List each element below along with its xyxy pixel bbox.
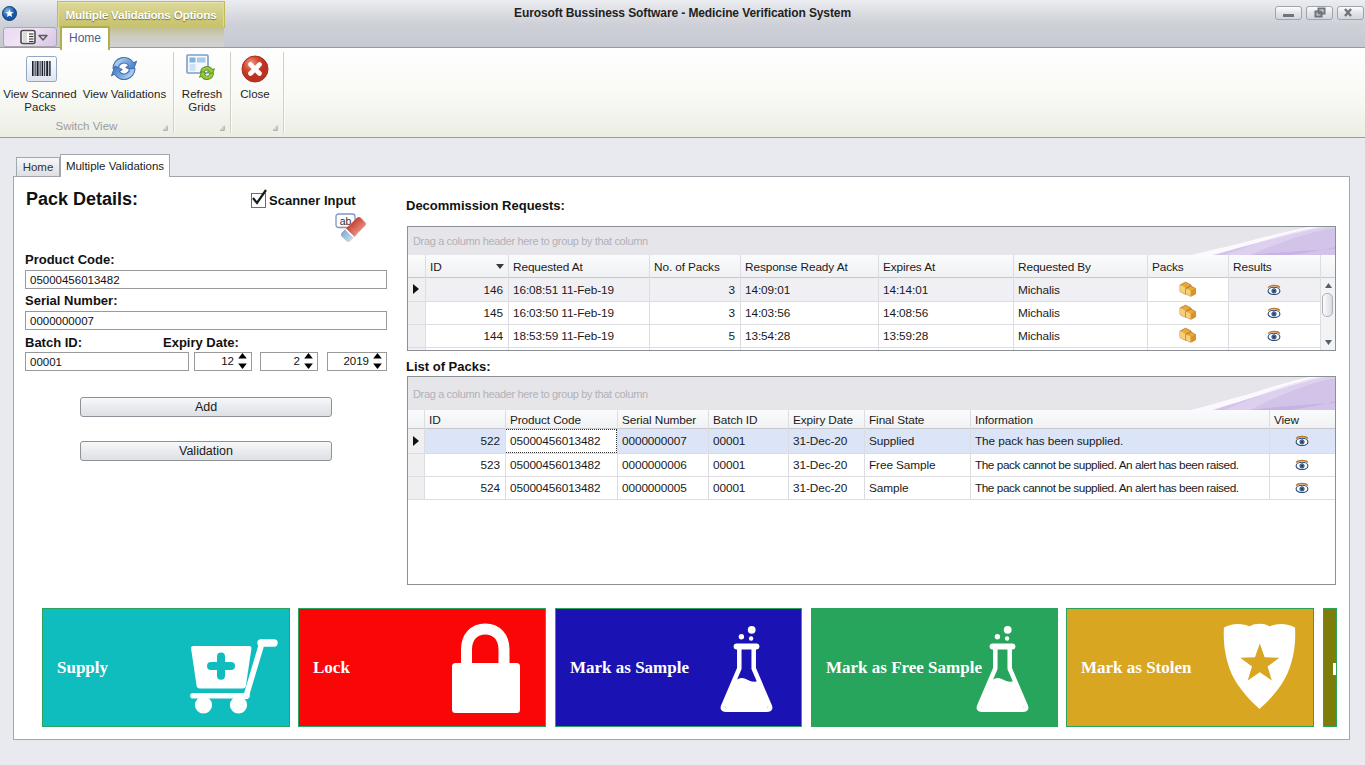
svg-text:ab: ab xyxy=(340,215,352,227)
